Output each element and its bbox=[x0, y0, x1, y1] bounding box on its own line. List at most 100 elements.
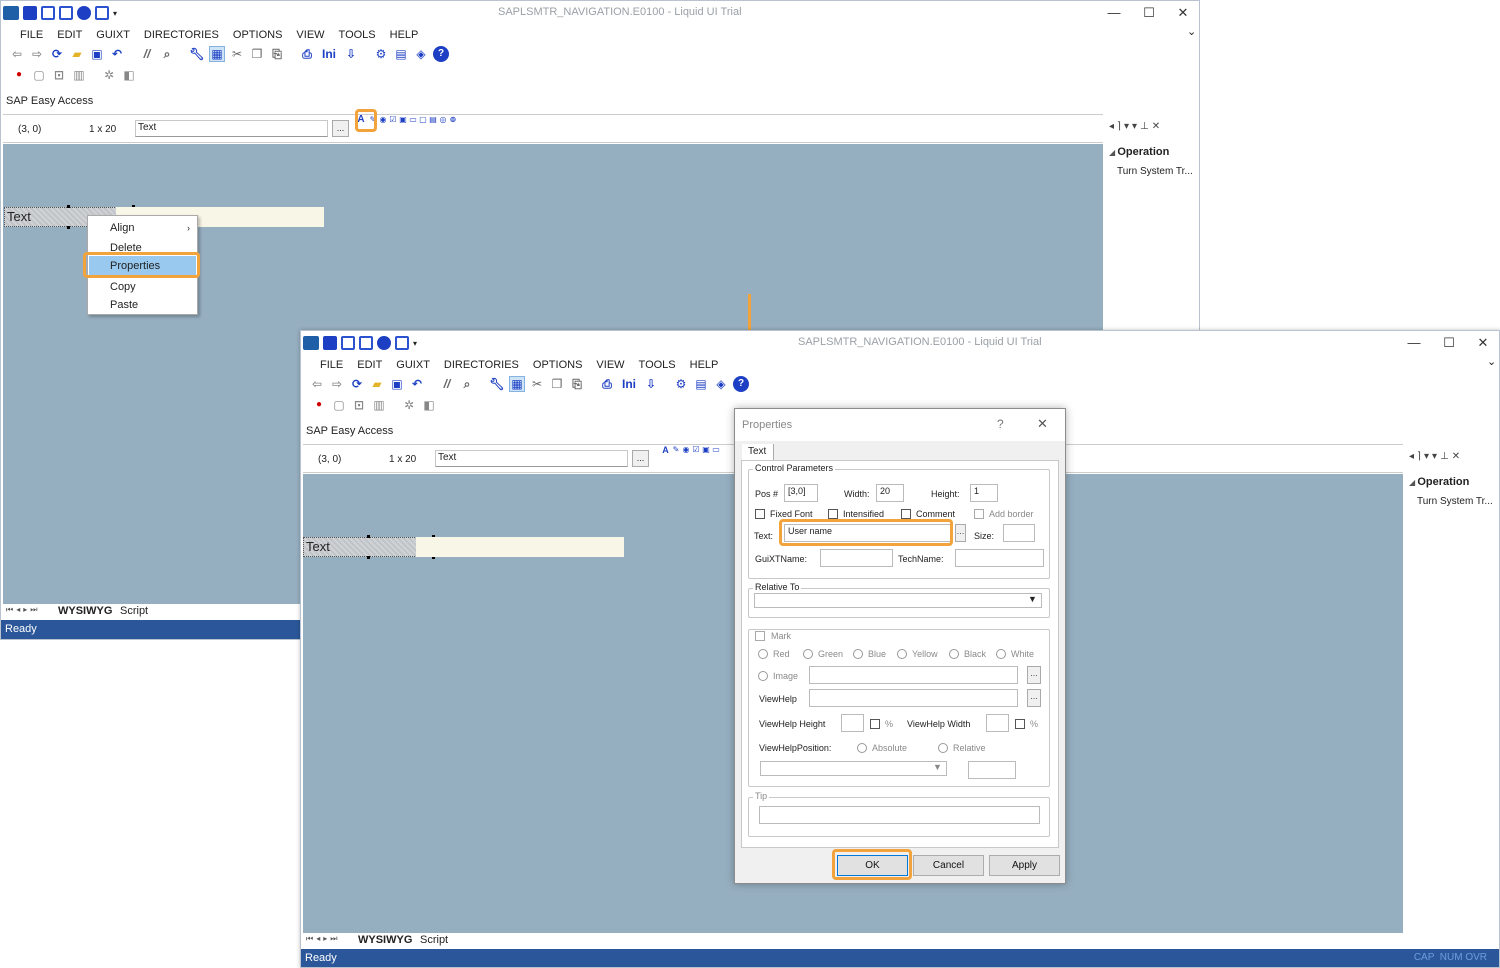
screen-icon[interactable]: ▤ bbox=[693, 376, 709, 392]
checkbox-tool-icon[interactable]: ☑ bbox=[692, 444, 700, 456]
undo-icon[interactable]: ↶ bbox=[109, 46, 125, 62]
camera-icon[interactable]: ◧ bbox=[121, 67, 137, 83]
image-tool-icon[interactable]: ◎ bbox=[439, 114, 447, 126]
comment-checkbox[interactable] bbox=[901, 509, 911, 519]
dropdown-icon[interactable]: ▾ bbox=[1424, 451, 1432, 462]
box-tool-icon[interactable]: ▣ bbox=[399, 114, 407, 126]
relative-radio[interactable] bbox=[938, 743, 948, 753]
ctx-properties[interactable]: Properties bbox=[89, 256, 196, 276]
menu-directories[interactable]: DIRECTORIES bbox=[437, 359, 526, 371]
text-tool-icon[interactable]: A bbox=[355, 114, 367, 126]
box-tool-icon[interactable]: ▣ bbox=[702, 444, 710, 456]
color-radio-black[interactable] bbox=[949, 649, 959, 659]
pencil-icon[interactable]: ✎ bbox=[672, 444, 680, 456]
browse-button[interactable]: ... bbox=[332, 120, 349, 137]
qa-dropdown-icon[interactable]: ▾ bbox=[113, 9, 117, 18]
close-button[interactable]: ✕ bbox=[1466, 333, 1499, 353]
vh-height-percent-checkbox[interactable] bbox=[870, 719, 880, 729]
select-arrow-icon[interactable]: ▼ bbox=[1028, 594, 1037, 604]
radio-tool-icon[interactable]: ◉ bbox=[682, 444, 690, 456]
menu-edit[interactable]: EDIT bbox=[50, 29, 89, 41]
ctx-align[interactable]: Align › bbox=[89, 218, 196, 238]
techname-field[interactable] bbox=[955, 549, 1044, 567]
menu-view[interactable]: VIEW bbox=[289, 29, 331, 41]
wysiwyg-icon[interactable]: ▦ bbox=[509, 376, 525, 392]
copy-icon[interactable] bbox=[41, 6, 55, 20]
comment-icon[interactable]: // bbox=[439, 376, 455, 392]
dropdown-icon[interactable]: ▾ bbox=[1432, 451, 1440, 462]
menu-edit[interactable]: EDIT bbox=[350, 359, 389, 371]
viewhelp-field[interactable] bbox=[809, 689, 1018, 707]
text-field[interactable]: Text bbox=[435, 450, 628, 467]
save-icon[interactable]: ▣ bbox=[389, 376, 405, 392]
color-radio-white[interactable] bbox=[996, 649, 1006, 659]
input-tool-icon[interactable]: ▭ bbox=[712, 444, 720, 456]
home-icon[interactable] bbox=[59, 6, 73, 20]
ok-button[interactable]: OK bbox=[837, 855, 908, 876]
color-radio-blue[interactable] bbox=[853, 649, 863, 659]
input-tool-icon[interactable]: ▭ bbox=[409, 114, 417, 126]
tools-icon[interactable]: ✲ bbox=[101, 67, 117, 83]
tab-script[interactable]: Script bbox=[120, 605, 148, 617]
text-input[interactable]: User name bbox=[784, 524, 952, 542]
help-icon[interactable]: ? bbox=[433, 46, 449, 62]
vh-select-arrow-icon[interactable]: ▼ bbox=[933, 762, 942, 772]
pencil-icon[interactable]: ✎ bbox=[369, 114, 377, 126]
undo-icon[interactable]: ↶ bbox=[409, 376, 425, 392]
minimize-button[interactable]: — bbox=[1097, 3, 1131, 23]
color-radio-yellow[interactable] bbox=[897, 649, 907, 659]
open-folder-icon[interactable]: ▰ bbox=[69, 46, 85, 62]
menu-tools[interactable]: TOOLS bbox=[632, 359, 683, 371]
text-field[interactable]: Text bbox=[135, 120, 328, 137]
input-element[interactable] bbox=[416, 537, 624, 557]
save-icon[interactable] bbox=[323, 336, 337, 350]
menu-file[interactable]: FILE bbox=[13, 29, 50, 41]
vh-position-field[interactable] bbox=[968, 761, 1016, 779]
layers-icon[interactable]: ◈ bbox=[713, 376, 729, 392]
comment-icon[interactable]: // bbox=[139, 46, 155, 62]
tab-script[interactable]: Script bbox=[420, 934, 448, 946]
vh-position-select[interactable] bbox=[760, 761, 947, 776]
dialog-tab-text[interactable]: Text bbox=[742, 444, 774, 460]
image-field[interactable] bbox=[809, 666, 1018, 684]
download-icon[interactable]: ⇩ bbox=[343, 46, 359, 62]
link-tool-icon[interactable]: ⊚ bbox=[449, 114, 457, 126]
refresh-icon[interactable]: ⟳ bbox=[349, 376, 365, 392]
color-radio-red[interactable] bbox=[758, 649, 768, 659]
dialog-help-button[interactable]: ? bbox=[997, 417, 1004, 431]
copy-icon[interactable] bbox=[341, 336, 355, 350]
menu-help[interactable]: HELP bbox=[683, 359, 726, 371]
tools-icon[interactable]: ✲ bbox=[401, 397, 417, 413]
cut-icon[interactable]: ✂ bbox=[229, 46, 245, 62]
forward-icon[interactable]: ⇨ bbox=[29, 46, 45, 62]
screenshot-icon[interactable]: ▢ bbox=[31, 67, 47, 83]
vh-width-percent-checkbox[interactable] bbox=[1015, 719, 1025, 729]
inspect-icon[interactable]: ⊡ bbox=[351, 397, 367, 413]
menu-guixt[interactable]: GUIXT bbox=[89, 29, 137, 41]
text-tool-icon[interactable]: A bbox=[661, 444, 670, 456]
minimize-button[interactable]: — bbox=[1397, 333, 1431, 353]
paste-icon[interactable]: ⎘ bbox=[569, 376, 585, 392]
tip-field[interactable] bbox=[759, 806, 1040, 824]
ctx-paste[interactable]: Paste bbox=[89, 295, 196, 315]
selection-handle[interactable] bbox=[67, 205, 70, 208]
tab-wysiwyg[interactable]: WYSIWYG bbox=[358, 934, 412, 946]
settings-icon[interactable]: ⚙ bbox=[373, 46, 389, 62]
ini-button[interactable]: Ini bbox=[619, 376, 639, 392]
guixtname-field[interactable] bbox=[820, 549, 893, 567]
mark-checkbox[interactable] bbox=[755, 631, 765, 641]
layout-icon[interactable] bbox=[395, 336, 409, 350]
close-panel-icon[interactable]: ✕ bbox=[1152, 121, 1163, 132]
operation-item[interactable]: Turn System Tr... bbox=[1417, 496, 1493, 507]
ribbon-collapse-icon[interactable]: ⌄ bbox=[1187, 25, 1196, 38]
grid-icon[interactable]: ▥ bbox=[71, 67, 87, 83]
wrench-icon[interactable]: 🔧︎ bbox=[489, 376, 505, 392]
menu-directories[interactable]: DIRECTORIES bbox=[137, 29, 226, 41]
find-icon[interactable]: ⌕ bbox=[459, 376, 475, 392]
image-radio[interactable] bbox=[758, 671, 768, 681]
download-icon[interactable]: ⇩ bbox=[643, 376, 659, 392]
qa-dropdown-icon[interactable]: ▾ bbox=[413, 339, 417, 348]
open-folder-icon[interactable]: ▰ bbox=[369, 376, 385, 392]
height-field[interactable]: 1 bbox=[970, 484, 998, 502]
record-icon[interactable]: ● bbox=[311, 397, 327, 413]
